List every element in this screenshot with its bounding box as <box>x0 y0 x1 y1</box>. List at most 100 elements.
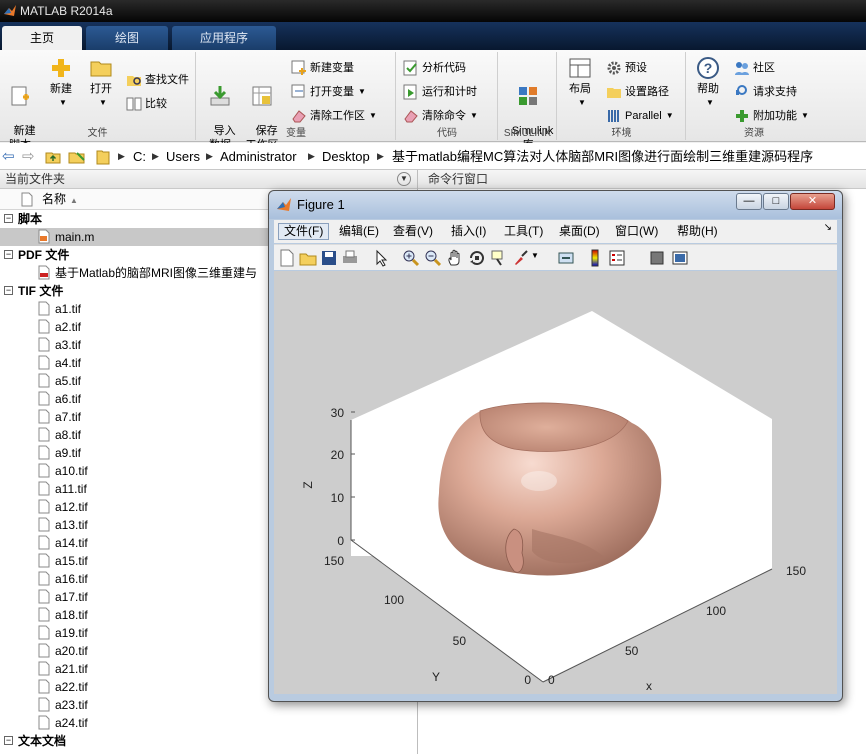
tif-file-icon <box>38 679 50 694</box>
file-name: a23.tif <box>55 698 88 712</box>
brush-icon[interactable] <box>512 249 530 267</box>
new-figure-icon[interactable] <box>278 249 296 267</box>
find-files-button[interactable]: 查找文件 <box>126 70 189 90</box>
layout-icon <box>569 58 591 78</box>
zoom-out-icon[interactable] <box>424 249 442 267</box>
file-name: a3.tif <box>55 338 82 352</box>
menu-tools[interactable]: 工具(T) <box>499 223 548 240</box>
request-support-button[interactable]: 请求支持 <box>734 82 797 102</box>
back-arrow-icon[interactable]: ⇦ <box>2 143 15 170</box>
pan-hand-icon[interactable] <box>446 249 464 267</box>
figure-menu-bar: 文件(F) 编辑(E) 查看(V) 插入(I) 工具(T) 桌面(D) 窗口(W… <box>274 220 837 243</box>
hide-plot-tools-icon[interactable] <box>648 249 666 267</box>
axes-3d-plot[interactable]: 0 10 20 30 Z 0 50 100 150 Y 0 50 100 150… <box>274 271 837 694</box>
file-name: a5.tif <box>55 374 82 388</box>
open-button[interactable]: 打开 ▼ <box>84 56 118 110</box>
group-simulink: Simulink 库 SIMULINK <box>499 52 557 151</box>
pdf-file-icon <box>38 265 50 280</box>
menu-help[interactable]: 帮助(H) <box>672 223 723 240</box>
addons-button[interactable]: 附加功能 ▼ <box>734 106 809 126</box>
tif-file-icon <box>38 643 50 658</box>
minimize-button[interactable]: — <box>736 193 762 210</box>
z-tick-label: 0 <box>337 534 344 548</box>
zoom-in-icon[interactable] <box>402 249 420 267</box>
forward-arrow-icon[interactable]: ⇨ <box>22 143 35 170</box>
colorbar-icon[interactable] <box>586 249 604 267</box>
tab-apps[interactable]: 应用程序 <box>172 26 276 50</box>
x-axis-label: x <box>646 679 652 693</box>
menu-desktop[interactable]: 桌面(D) <box>554 223 605 240</box>
maximize-button[interactable]: □ <box>763 193 789 210</box>
link-plot-icon[interactable] <box>557 249 575 267</box>
show-plot-tools-icon[interactable] <box>671 249 689 267</box>
z-tick-label: 10 <box>331 491 345 505</box>
help-button[interactable]: ? 帮助 ▼ <box>693 56 723 110</box>
file-name: 基于Matlab的脑部MRI图像三维重建与 <box>55 266 258 280</box>
parallel-icon <box>608 110 619 123</box>
menu-insert[interactable]: 插入(I) <box>446 223 491 240</box>
clear-workspace-button[interactable]: 清除工作区 ▼ <box>291 106 377 126</box>
tif-file-icon <box>38 319 50 334</box>
tif-file-icon <box>38 535 50 550</box>
file-name: main.m <box>55 230 95 244</box>
file-name: a22.tif <box>55 680 88 694</box>
breadcrumb-project-folder[interactable]: 基于matlab编程MC算法对人体脑部MRI图像进行面绘制三维重建源码程序 <box>392 143 813 170</box>
clear-commands-button[interactable]: 清除命令 ▼ <box>403 106 478 126</box>
community-button[interactable]: 社区 <box>734 58 775 78</box>
layout-button[interactable]: 布局 ▼ <box>562 56 598 110</box>
collapse-icon[interactable]: − <box>4 286 13 295</box>
menu-file[interactable]: 文件(F) <box>278 223 330 240</box>
collapse-icon[interactable]: − <box>4 250 13 259</box>
preferences-button[interactable]: 预设 <box>606 58 647 78</box>
addons-icon <box>736 110 748 123</box>
breadcrumb-users[interactable]: Users <box>166 143 200 170</box>
breadcrumb-desktop[interactable]: Desktop <box>322 143 370 170</box>
set-path-button[interactable]: 设置路径 <box>606 82 669 102</box>
close-button[interactable]: ✕ <box>790 193 835 210</box>
file-name: a11.tif <box>55 482 87 496</box>
breadcrumb-separator-icon: ▶ <box>377 151 384 161</box>
brush-dropdown-icon[interactable]: ▼ <box>531 251 539 260</box>
run-and-time-button[interactable]: 运行和计时 <box>403 82 477 102</box>
menu-window[interactable]: 窗口(W) <box>610 223 663 240</box>
file-name: a8.tif <box>55 428 82 442</box>
compare-button[interactable]: 比较 <box>126 94 167 114</box>
tif-file-icon <box>38 661 50 676</box>
breadcrumb-c[interactable]: C: <box>133 143 146 170</box>
new-variable-button[interactable]: 新建变量 <box>291 58 354 78</box>
collapse-icon[interactable]: − <box>4 214 13 223</box>
tab-home[interactable]: 主页 <box>2 26 82 50</box>
figure-title-bar: Figure 1 — □ ✕ <box>269 191 842 219</box>
menu-edit[interactable]: 编辑(E) <box>334 223 384 240</box>
panel-menu-icon[interactable]: ▼ <box>397 172 411 186</box>
folder-group-header[interactable]: − 文本文档 <box>0 732 417 750</box>
save-icon[interactable] <box>320 249 338 267</box>
save-workspace-icon <box>252 86 272 106</box>
y-tick-label: 150 <box>324 554 344 568</box>
tif-file-icon <box>38 697 50 712</box>
open-file-icon[interactable] <box>299 249 317 267</box>
open-variable-button[interactable]: 打开变量 ▼ <box>291 82 366 102</box>
data-cursor-icon[interactable] <box>490 249 508 267</box>
current-folder-title: 当前文件夹 ▼ <box>0 170 417 189</box>
menu-overflow-icon[interactable]: ↘ <box>824 222 832 233</box>
file-list-item[interactable]: a24.tif <box>0 714 417 732</box>
edit-plot-arrow-icon[interactable] <box>372 249 390 267</box>
breadcrumb-administrator[interactable]: Administrator <box>220 143 297 170</box>
legend-icon[interactable] <box>608 249 626 267</box>
collapse-icon[interactable]: − <box>4 736 13 745</box>
x-tick-label: 0 <box>548 673 555 687</box>
tab-plots[interactable]: 绘图 <box>86 26 168 50</box>
compare-icon <box>126 97 142 111</box>
up-folder-icon[interactable] <box>45 149 61 165</box>
plus-icon <box>52 59 70 77</box>
browse-folder-icon[interactable] <box>68 149 86 165</box>
menu-view[interactable]: 查看(V) <box>388 223 438 240</box>
print-icon[interactable] <box>341 249 359 267</box>
new-button[interactable]: 新建 ▼ <box>44 56 78 110</box>
analyze-code-button[interactable]: 分析代码 <box>403 58 466 78</box>
parallel-button[interactable]: Parallel ▼ <box>606 106 674 126</box>
file-name: a9.tif <box>55 446 82 460</box>
svg-text:?: ? <box>704 60 713 76</box>
rotate-3d-icon[interactable] <box>468 249 486 267</box>
